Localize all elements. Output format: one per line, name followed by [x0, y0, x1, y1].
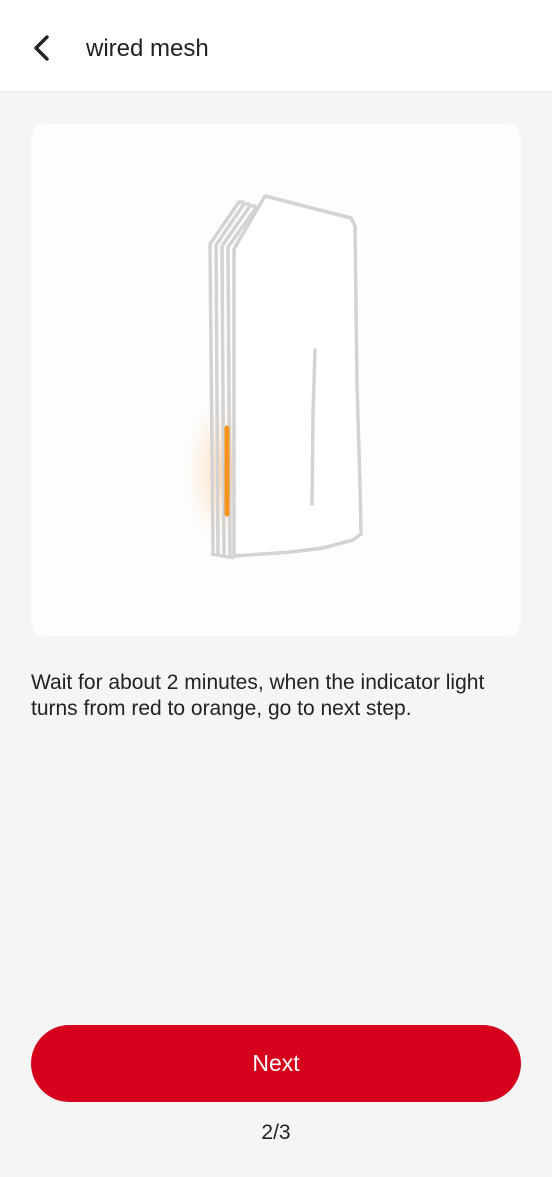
next-button[interactable]: Next — [31, 1025, 521, 1102]
step-indicator: 2/3 — [261, 1121, 291, 1144]
page-title: wired mesh — [86, 35, 209, 62]
illustration-card — [31, 124, 521, 636]
instruction-text: Wait for about 2 minutes, when the indic… — [31, 671, 485, 720]
mesh-router-icon — [183, 194, 363, 560]
back-button[interactable] — [20, 24, 64, 72]
chevron-left-icon — [34, 35, 49, 61]
app-header: wired mesh — [0, 0, 552, 92]
